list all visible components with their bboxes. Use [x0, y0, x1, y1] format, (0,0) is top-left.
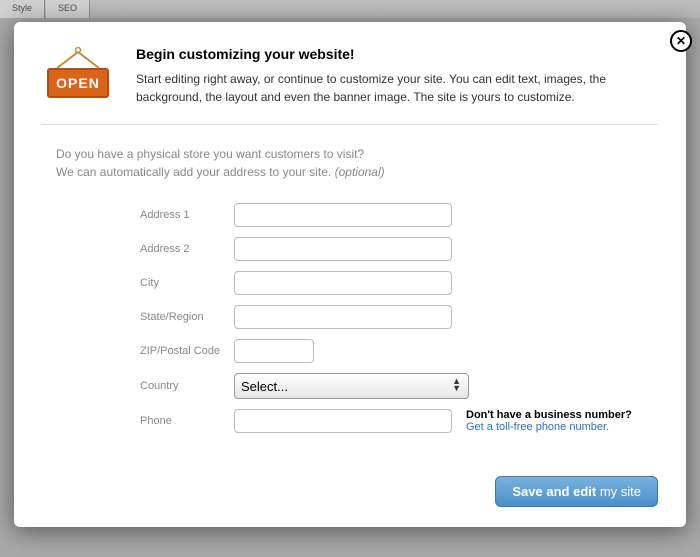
row-city: City [140, 271, 658, 295]
question-line2: We can automatically add your address to… [56, 163, 658, 181]
address-form: Address 1 Address 2 City State/Region ZI… [140, 203, 658, 433]
label-phone: Phone [140, 415, 234, 427]
open-sign-icon: OPEN [42, 46, 114, 106]
save-and-edit-button[interactable]: Save and edit my site [495, 476, 658, 507]
modal-description: Start editing right away, or continue to… [136, 70, 658, 106]
input-city[interactable] [234, 271, 452, 295]
row-zip: ZIP/Postal Code [140, 339, 658, 363]
question-line1: Do you have a physical store you want cu… [56, 145, 658, 163]
row-address2: Address 2 [140, 237, 658, 261]
close-icon: ✕ [676, 35, 686, 47]
modal-header: OPEN Begin customizing your website! Sta… [42, 46, 658, 125]
input-address1[interactable] [234, 203, 452, 227]
open-sign-label: OPEN [47, 68, 109, 98]
phone-helper-question: Don't have a business number? [466, 409, 632, 421]
address-question: Do you have a physical store you want cu… [56, 145, 658, 181]
input-state[interactable] [234, 305, 452, 329]
row-country: Country Select... ▲▼ [140, 373, 658, 399]
header-text: Begin customizing your website! Start ed… [136, 46, 658, 106]
input-zip[interactable] [234, 339, 314, 363]
close-button[interactable]: ✕ [670, 30, 692, 52]
toll-free-link[interactable]: Get a toll-free phone number. [466, 421, 632, 433]
input-phone[interactable] [234, 409, 452, 433]
row-phone: Phone Don't have a business number? Get … [140, 409, 658, 433]
label-zip: ZIP/Postal Code [140, 345, 234, 357]
modal-title: Begin customizing your website! [136, 46, 658, 62]
row-state: State/Region [140, 305, 658, 329]
select-country[interactable]: Select... [234, 373, 469, 399]
label-country: Country [140, 380, 234, 392]
customize-modal: ✕ OPEN Begin customizing your website! S… [14, 22, 686, 527]
row-address1: Address 1 [140, 203, 658, 227]
modal-footer: Save and edit my site [495, 476, 658, 507]
label-address1: Address 1 [140, 209, 234, 221]
label-address2: Address 2 [140, 243, 234, 255]
phone-helper: Don't have a business number? Get a toll… [466, 409, 632, 433]
label-city: City [140, 277, 234, 289]
input-address2[interactable] [234, 237, 452, 261]
label-state: State/Region [140, 311, 234, 323]
